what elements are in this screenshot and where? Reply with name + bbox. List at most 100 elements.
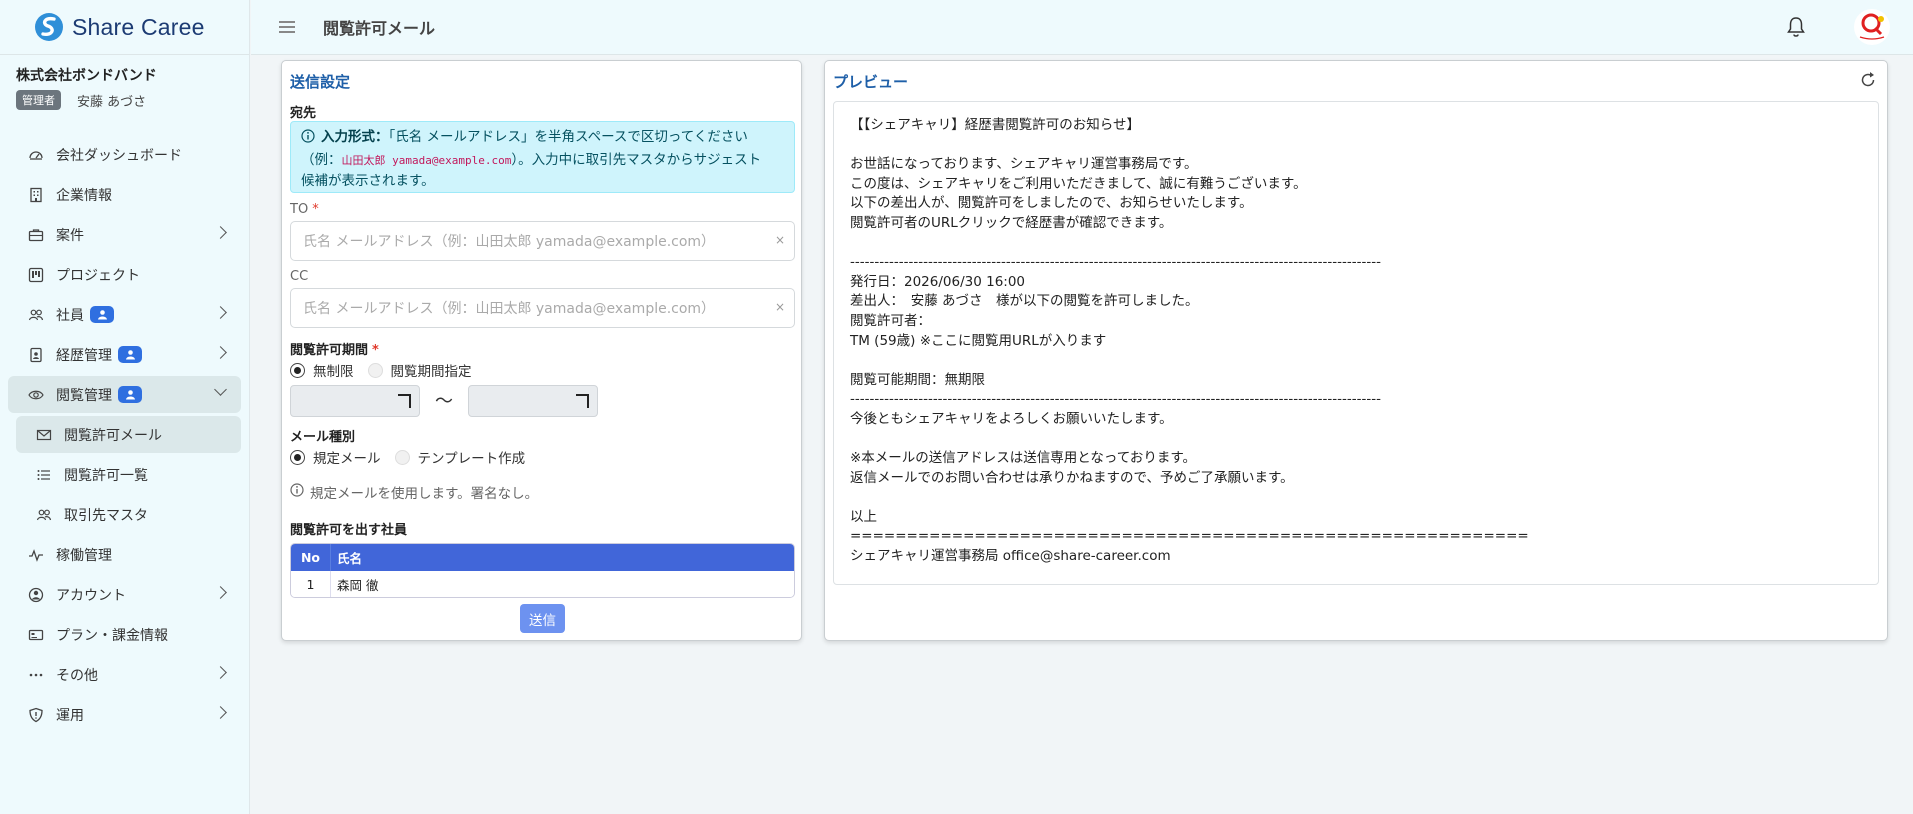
preview-line: ----------------------------------------… (850, 254, 1381, 271)
cc-input[interactable]: 氏名 メールアドレス（例：山田太郎 yamada@example.com） × (290, 288, 795, 328)
preview-line: シェアキャリ運営事務局 office@share-career.com (850, 548, 1171, 565)
list-icon (36, 467, 52, 483)
info-text-3: 候補が表示されます。 (301, 173, 435, 189)
sidebar-item-label: 企業情報 (56, 187, 112, 204)
preview-line: ========================================… (850, 528, 1529, 545)
sidebar-item-label: 社員 (56, 307, 84, 324)
period-specified-label[interactable]: 閲覧期間指定 (391, 360, 472, 380)
preview-line: ※本メールの送信アドレスは送信専用となっております。 (850, 450, 1196, 467)
brand-logo[interactable]: Share Caree (0, 0, 249, 55)
period-end-date-input[interactable] (468, 385, 598, 417)
sidebar-item-project[interactable]: プロジェクト (8, 256, 241, 293)
sidebar-item-account[interactable]: アカウント (8, 576, 241, 613)
send-button[interactable]: 送信 (520, 604, 565, 633)
sidebar-item-career-management[interactable]: 経歴管理 (8, 336, 241, 373)
refresh-icon[interactable] (1859, 71, 1877, 89)
preview-line: 以下の差出人が、閲覧許可をしましたので、お知らせいたします。 (850, 195, 1253, 212)
bell-icon[interactable] (1786, 16, 1806, 38)
sidebar-menu: 会社ダッシュボード 企業情報 案件 プロジェクト 社員 経歴管理 閲覧管理 閲覧… (0, 136, 249, 733)
row-name: 森岡 徹 (337, 577, 379, 593)
sidebar-item-employees[interactable]: 社員 (8, 296, 241, 333)
chevron-right-icon (214, 666, 227, 679)
envelope-icon (36, 427, 52, 443)
preview-title: プレビュー (833, 73, 909, 91)
sidebar-item-label: プロジェクト (56, 267, 140, 284)
sidebar-item-client-master[interactable]: 取引先マスタ (16, 496, 241, 533)
column-header-no: No (291, 544, 331, 571)
sidebar-item-plan-billing[interactable]: プラン・課金情報 (8, 616, 241, 653)
sidebar-item-dashboard[interactable]: 会社ダッシュボード (8, 136, 241, 173)
sidebar-item-label: 閲覧許可一覧 (64, 467, 148, 484)
briefcase-icon (28, 227, 44, 243)
sidebar-item-operations[interactable]: 運用 (8, 696, 241, 733)
sidebar-item-company-info[interactable]: 企業情報 (8, 176, 241, 213)
cc-placeholder: 氏名 メールアドレス（例：山田太郎 yamada@example.com） (303, 301, 716, 317)
preview-card: プレビュー 【【シェアキャリ】経歴書閲覧許可のお知らせ】お世話になっております、… (824, 60, 1888, 641)
chevron-down-icon (214, 383, 227, 396)
mail-standard-label[interactable]: 規定メール (313, 447, 381, 467)
recipient-label: 宛先 (290, 106, 317, 121)
period-separator: 〜 (435, 391, 453, 412)
row-no: 1 (291, 571, 331, 597)
mail-type-hint-text: 規定メールを使用します。署名なし。 (310, 486, 539, 502)
info-text-2b: ）。入力中に取引先マスタからサジェスト (511, 152, 762, 168)
to-input[interactable]: 氏名 メールアドレス（例：山田太郎 yamada@example.com） × (290, 221, 795, 261)
preview-line: 今後ともシェアキャリをよろしくお願いいたします。 (850, 410, 1173, 427)
person-badge-icon (118, 346, 142, 363)
to-placeholder: 氏名 メールアドレス（例：山田太郎 yamada@example.com） (303, 234, 716, 250)
clear-to-icon[interactable]: × (775, 233, 785, 247)
preview-line: 返信メールでのお問い合わせは承りかねますので、予めご了承願います。 (850, 469, 1294, 486)
people-icon (28, 307, 44, 323)
sidebar-item-view-permission-mail[interactable]: 閲覧許可メール (16, 416, 241, 453)
period-unlimited-radio[interactable] (290, 362, 305, 378)
person-badge-icon (90, 306, 114, 323)
period-start-date-input[interactable] (290, 385, 420, 417)
chevron-right-icon (214, 226, 227, 239)
preview-line: 閲覧可能期間：無期限 (850, 371, 985, 388)
preview-line (850, 488, 1862, 508)
sidebar-item-label: プラン・課金情報 (56, 627, 168, 644)
period-label: 閲覧許可期間 (290, 343, 369, 358)
preview-line: TM (59歳) ※ここに閲覧用URLが入ります (850, 332, 1107, 349)
mail-preview-body: 【【シェアキャリ】経歴書閲覧許可のお知らせ】お世話になっております、シェアキャリ… (833, 101, 1879, 585)
period-unlimited-label[interactable]: 無制限 (313, 360, 354, 380)
share-caree-logo-icon (35, 13, 63, 41)
to-label: TO (290, 202, 309, 217)
sidebar-item-operation-management[interactable]: 稼働管理 (8, 536, 241, 573)
people-icon (36, 507, 52, 523)
company-name: 株式会社ボンドバンド (16, 68, 157, 84)
person-badge-doc-icon (28, 347, 44, 363)
required-mark: * (372, 343, 379, 358)
mail-template-label[interactable]: テンプレート作成 (418, 447, 526, 467)
mail-standard-radio[interactable] (290, 449, 305, 465)
avatar[interactable] (1853, 8, 1891, 46)
hamburger-menu-icon[interactable] (279, 21, 295, 33)
preview-line: 以上 (850, 508, 877, 525)
period-specified-radio[interactable] (367, 362, 383, 378)
preview-line: 差出人： 安藤 あづさ 様が以下の閲覧を許可しました。 (850, 293, 1199, 310)
activity-icon (28, 547, 44, 563)
info-circle-icon (301, 129, 315, 150)
chevron-right-icon (214, 346, 227, 359)
mail-template-radio[interactable] (394, 449, 410, 465)
mail-type-label: メール種別 (290, 430, 356, 445)
sidebar-item-view-permission-list[interactable]: 閲覧許可一覧 (16, 456, 241, 493)
sidebar-item-other[interactable]: その他 (8, 656, 241, 693)
calendar-icon (576, 394, 589, 408)
sidebar-item-label: 運用 (56, 707, 84, 724)
person-circle-icon (28, 587, 44, 603)
sidebar-item-view-management[interactable]: 閲覧管理 (8, 376, 241, 413)
sidebar-item-label: 案件 (56, 227, 84, 244)
input-format-info: 入力形式：「氏名 メールアドレス」を半角スペースで区切ってください （例：山田太… (290, 121, 795, 193)
chevron-right-icon (214, 586, 227, 599)
page-title: 閲覧許可メール (323, 19, 436, 38)
credit-card-icon (28, 627, 44, 643)
sidebar-item-projects-cases[interactable]: 案件 (8, 216, 241, 253)
sidebar-item-label: アカウント (56, 587, 126, 604)
sidebar-item-label: 閲覧許可メール (64, 427, 162, 444)
calendar-icon (398, 394, 411, 408)
preview-line: お世話になっております、シェアキャリ運営事務局です。 (850, 156, 1198, 173)
preview-line: 【【シェアキャリ】経歴書閲覧許可のお知らせ】 (850, 117, 1140, 133)
person-badge-icon (118, 386, 142, 403)
clear-cc-icon[interactable]: × (775, 300, 785, 314)
